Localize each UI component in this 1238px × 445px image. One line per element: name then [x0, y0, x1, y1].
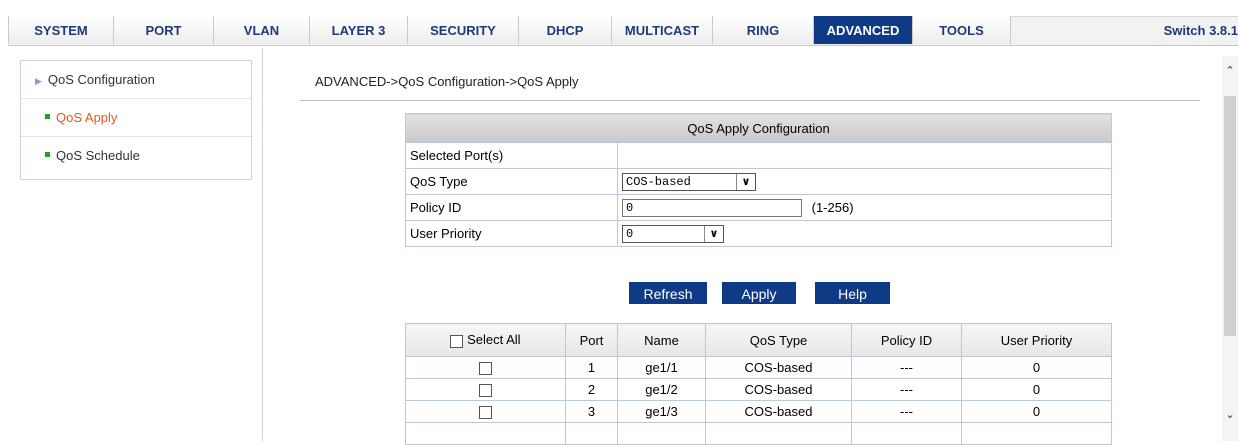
- sidebar-item-label: QoS Apply: [56, 110, 118, 125]
- qos-type-cell: COS-based: [705, 356, 852, 379]
- qos-type-select[interactable]: COS-based ∨: [622, 172, 756, 191]
- policy-id-input[interactable]: [622, 198, 802, 217]
- qos-type-cell: COS-based: [705, 400, 852, 423]
- green-square-icon: [45, 152, 50, 158]
- breadcrumb-divider: [300, 100, 1200, 101]
- row-checkbox[interactable]: [479, 406, 492, 420]
- user-priority-cell: 0: [961, 356, 1112, 379]
- breadcrumb: ADVANCED->QoS Configuration->QoS Apply: [315, 74, 579, 89]
- qos-apply-config-table: QoS Apply Configuration Selected Port(s)…: [405, 113, 1112, 247]
- chevron-down-icon: ∨: [736, 173, 755, 190]
- column-header-port: Port: [565, 323, 618, 357]
- row-select-cell: [405, 400, 566, 423]
- name-cell: ge1/1: [617, 356, 706, 379]
- qos-type-cell: COS-based: [705, 378, 852, 401]
- vertical-scrollbar[interactable]: ⌃ ⌄: [1222, 56, 1238, 441]
- select-all-checkbox[interactable]: [450, 334, 464, 348]
- row-select-cell: [405, 356, 566, 379]
- row-checkbox[interactable]: [479, 384, 492, 398]
- policy-id-cell: ---: [851, 378, 962, 401]
- help-button[interactable]: Help: [815, 282, 890, 304]
- table-row: 1 ge1/1 COS-based --- 0: [405, 356, 1112, 379]
- chevron-down-icon: ∨: [704, 225, 723, 242]
- user-priority-selected-value: 0: [626, 226, 634, 241]
- green-square-icon: [45, 114, 50, 120]
- scroll-down-icon[interactable]: ⌄: [1224, 408, 1236, 422]
- triangle-right-icon: ▶: [35, 76, 42, 86]
- sidebar-item-qos-configuration[interactable]: ▶ QoS Configuration: [21, 61, 251, 99]
- name-cell: ge1/3: [617, 400, 706, 423]
- version-label: Switch 3.8.1: [1163, 23, 1238, 38]
- user-priority-select[interactable]: 0 ∨: [622, 224, 724, 243]
- policy-id-cell: ---: [851, 400, 962, 423]
- sidebar-item-qos-schedule[interactable]: QoS Schedule: [21, 137, 251, 175]
- column-header-name: Name: [617, 323, 706, 357]
- column-header-policy-id: Policy ID: [851, 323, 962, 357]
- port-cell: 2: [565, 378, 618, 401]
- sidebar-item-label: QoS Configuration: [47, 72, 155, 87]
- ports-table: Select All Port Name QoS Type Policy ID …: [405, 323, 1112, 445]
- tab-ring[interactable]: RING: [712, 16, 813, 44]
- policy-id-range-hint: (1-256): [811, 200, 854, 215]
- top-navigation: SYSTEM PORT VLAN LAYER 3 SECURITY DHCP M…: [0, 0, 1238, 46]
- sidebar: ▶ QoS Configuration QoS Apply QoS Schedul…: [20, 60, 252, 180]
- selected-ports-value: [617, 142, 1112, 169]
- config-table-title: QoS Apply Configuration: [405, 113, 1112, 143]
- sidebar-divider: [262, 48, 263, 441]
- name-cell: ge1/2: [617, 378, 706, 401]
- table-row: 2 ge1/2 COS-based --- 0: [405, 378, 1112, 401]
- user-priority-cell: 0: [961, 378, 1112, 401]
- row-select-cell: [405, 378, 566, 401]
- tab-system[interactable]: SYSTEM: [8, 16, 113, 44]
- tab-tools[interactable]: TOOLS: [912, 16, 1011, 44]
- tab-advanced[interactable]: ADVANCED: [813, 16, 912, 44]
- scroll-up-icon[interactable]: ⌃: [1224, 64, 1236, 78]
- table-row: 3 ge1/3 COS-based --- 0: [405, 400, 1112, 423]
- user-priority-label: User Priority: [405, 220, 618, 247]
- selected-ports-label: Selected Port(s): [405, 142, 618, 169]
- port-cell: 1: [565, 356, 618, 379]
- select-all-header[interactable]: Select All: [405, 323, 566, 357]
- scrollbar-thumb[interactable]: [1224, 96, 1236, 336]
- user-priority-cell: 0: [961, 400, 1112, 423]
- policy-id-label: Policy ID: [405, 194, 618, 221]
- policy-id-cell: ---: [851, 356, 962, 379]
- table-row-partial: [405, 422, 1112, 445]
- tab-dhcp[interactable]: DHCP: [518, 16, 611, 44]
- tab-security[interactable]: SECURITY: [407, 16, 518, 44]
- qos-type-selected-value: COS-based: [626, 174, 691, 189]
- tab-port[interactable]: PORT: [113, 16, 213, 44]
- column-header-user-priority: User Priority: [961, 323, 1112, 357]
- port-cell: 3: [565, 400, 618, 423]
- tab-vlan[interactable]: VLAN: [213, 16, 309, 44]
- qos-type-label: QoS Type: [405, 168, 618, 195]
- sidebar-item-label: QoS Schedule: [56, 148, 140, 163]
- tab-layer3[interactable]: LAYER 3: [309, 16, 407, 44]
- refresh-button[interactable]: Refresh: [629, 282, 707, 304]
- ports-table-header: Select All Port Name QoS Type Policy ID …: [405, 323, 1112, 357]
- sidebar-item-qos-apply[interactable]: QoS Apply: [21, 99, 251, 137]
- row-checkbox[interactable]: [479, 362, 492, 376]
- column-header-qos-type: QoS Type: [705, 323, 852, 357]
- tab-multicast[interactable]: MULTICAST: [611, 16, 712, 44]
- apply-button[interactable]: Apply: [722, 282, 796, 304]
- select-all-label: Select All: [467, 332, 521, 348]
